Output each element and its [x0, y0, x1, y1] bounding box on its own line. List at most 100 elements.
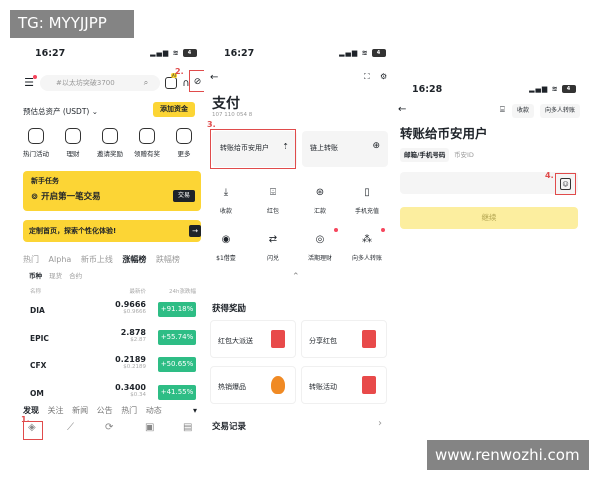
battery-icon: 4 [562, 85, 576, 93]
settings-icon[interactable]: ⚙ [380, 72, 387, 81]
reward-card[interactable]: 转账活动 [301, 366, 387, 404]
chat-icon[interactable] [165, 77, 177, 89]
gift-icon [139, 128, 155, 144]
caret-down-icon[interactable]: ▾ [193, 406, 197, 415]
nav-trade-icon[interactable]: ⟳ [105, 422, 113, 436]
page-title: 转账给币安用户 [400, 126, 488, 141]
quick-referral[interactable]: 邀请奖励 [95, 128, 125, 158]
grid-convert[interactable]: ⇄ 闪兑 [255, 232, 291, 262]
pay-icon[interactable]: ⊘ [192, 76, 203, 87]
continue-button[interactable]: 继续 [400, 207, 578, 229]
col-price: 最新价 [129, 289, 146, 295]
quick-more[interactable]: 更多 [169, 128, 199, 158]
rewards-title: 获得奖励 [212, 304, 247, 314]
market-tabs: 热门 Alpha 新币上线 涨幅榜 跌幅榜 [23, 254, 187, 265]
tab-losers[interactable]: 跌幅榜 [156, 255, 180, 264]
user-plus-icon [102, 128, 118, 144]
screen-transfer-user: 16:28 ▂▄▆ ≋ 4 ← ⌸ 收款 向多人转账 转账给币安用户 邮箱/手机… [392, 40, 584, 440]
tab-binance-id[interactable]: 币安ID [454, 148, 474, 162]
subtab-spot[interactable]: 现货 [49, 272, 62, 280]
nav-futures-icon[interactable]: ▣ [145, 422, 154, 436]
trade-button[interactable]: 交易 [173, 190, 195, 202]
reward-card[interactable]: 热销爆品 [210, 366, 296, 404]
tab-announcements[interactable]: 公告 [97, 406, 113, 415]
search-placeholder: #以太坊突破3700 [56, 79, 115, 87]
newbie-task-card[interactable]: 新手任务 ⊚ 开启第一笔交易 交易 [23, 171, 201, 211]
download-icon: ⤓ [223, 187, 229, 198]
nav-markets-icon[interactable]: ⟋ [67, 422, 74, 436]
multi-transfer-chip[interactable]: 向多人转账 [540, 104, 581, 118]
tab-alpha[interactable]: Alpha [49, 255, 72, 264]
tab-hot[interactable]: 热门 [23, 255, 39, 264]
history-icon[interactable]: ⌸ [500, 105, 505, 115]
task-title: 新手任务 [31, 177, 59, 185]
quick-hot-events[interactable]: 热门活动 [21, 128, 51, 158]
quick-rewards[interactable]: 领赠有奖 [132, 128, 162, 158]
new-dot [334, 228, 338, 232]
add-funds-button[interactable]: 添加资金 [153, 102, 195, 117]
table-row[interactable]: DIA 0.9666 $0.9666 +91.18% [30, 300, 196, 326]
grid-multi-transfer[interactable]: ⁂ 向多人转账 [349, 232, 385, 262]
tab-follow[interactable]: 关注 [48, 406, 64, 415]
grid-receive[interactable]: ⤓ 收款 [208, 185, 244, 215]
row-price: 0.3400 $0.34 [115, 383, 146, 398]
step-4-label: 4. [545, 171, 554, 180]
row-price: 2.878 $2.87 [120, 328, 146, 343]
loan-icon: ◉ [221, 234, 231, 245]
reward-card[interactable]: 分享红包 [301, 320, 387, 358]
notification-dot [33, 75, 37, 79]
grid-remit[interactable]: ⊛ 汇款 [302, 185, 338, 215]
row-change: +55.74% [158, 330, 196, 345]
back-arrow-icon[interactable]: ← [398, 104, 406, 115]
step-2-label: 2. [175, 67, 184, 76]
tab-trending[interactable]: 热门 [121, 406, 137, 415]
row-symbol: CFX [30, 361, 47, 370]
tab-email-phone[interactable]: 邮箱/手机号码 [400, 148, 450, 162]
row-price: 0.2189 $0.2189 [115, 355, 146, 370]
reward-card[interactable]: 红包大派送 [210, 320, 296, 358]
subtab-coins[interactable]: 币种 [29, 272, 42, 280]
nav-wallet-icon[interactable]: ▤ [183, 422, 192, 436]
subtab-futures[interactable]: 合约 [69, 272, 82, 280]
tab-news[interactable]: 新闻 [72, 406, 88, 415]
chevron-up-icon[interactable]: ⌃ [292, 272, 300, 282]
grid-loan[interactable]: ◉ $1借壹 [208, 232, 244, 262]
new-dot [381, 228, 385, 232]
chain-icon: ⊕ [372, 141, 380, 151]
multi-user-icon: ⁂ [362, 234, 372, 245]
row-change: +50.65% [158, 357, 196, 372]
contacts-icon[interactable]: ☺ [560, 178, 571, 190]
grid-mobile-topup[interactable]: ▯ 手机充值 [349, 185, 385, 215]
col-name: 名称 [30, 289, 42, 295]
task-text: ⊚ 开启第一笔交易 [31, 192, 101, 202]
pay-id: 107 110 054 8 [212, 112, 253, 118]
records-title[interactable]: 交易记录 [212, 420, 246, 432]
fire-icon [271, 376, 285, 394]
quick-earn[interactable]: 理财 [58, 128, 88, 158]
row-price: 0.9666 $0.9666 [115, 300, 146, 315]
tab-discover[interactable]: 发现 [23, 406, 39, 415]
status-time: 16:27 [224, 48, 255, 59]
table-row[interactable]: EPIC 2.878 $2.87 +55.74% [30, 328, 196, 354]
grid-red-packet[interactable]: ⌹ 红包 [255, 185, 291, 215]
receive-chip[interactable]: 收款 [512, 104, 535, 118]
onchain-transfer-card[interactable]: 链上转账 ⊕ [302, 131, 388, 167]
nav-home-icon[interactable]: ◈ [28, 422, 36, 436]
search-icon[interactable]: ⌕ [141, 78, 151, 88]
chevron-right-icon[interactable]: › [378, 418, 382, 429]
row-symbol: DIA [30, 306, 45, 315]
tab-activity[interactable]: 动态 [146, 406, 162, 415]
tab-new-listing[interactable]: 新币上线 [81, 255, 113, 264]
grid-flexible-earn[interactable]: ◎ 活期理财 [302, 232, 338, 262]
table-row[interactable]: CFX 0.2189 $0.2189 +50.65% [30, 355, 196, 381]
arrow-right-icon[interactable]: → [189, 225, 201, 237]
watermark-top-left: TG: MYYJJPP [10, 10, 134, 38]
back-arrow-icon[interactable]: ← [210, 72, 218, 83]
red-packet-icon [271, 330, 285, 348]
balance-label[interactable]: 预估总资产 (USDT) ⌄ [23, 106, 98, 117]
status-time: 16:27 [35, 48, 66, 59]
scan-icon[interactable]: ⛶ [364, 72, 370, 82]
savings-icon: ◎ [315, 234, 325, 245]
customize-banner[interactable]: 定制首页，探索个性化体验! → [23, 220, 201, 242]
tab-gainers[interactable]: 涨幅榜 [122, 255, 146, 264]
